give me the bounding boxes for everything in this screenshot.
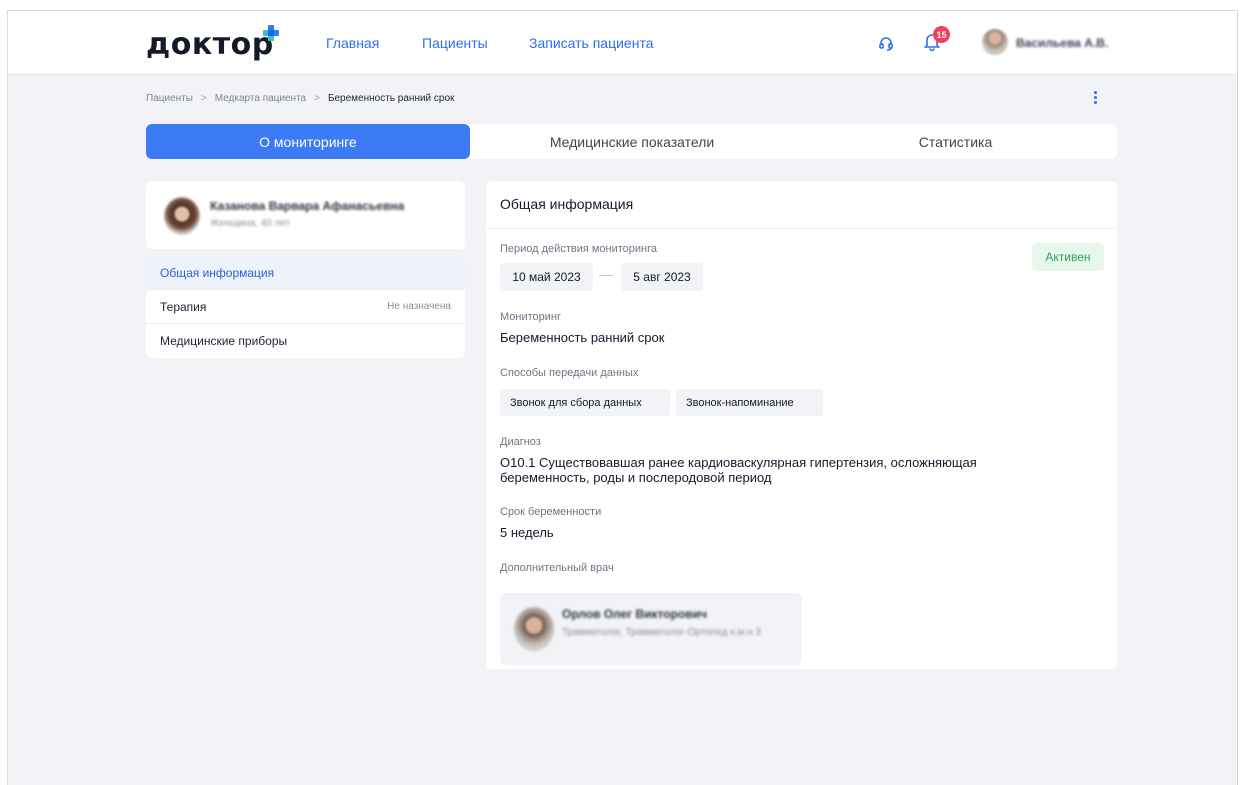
- tab-bar: О мониторинге Медицинские показатели Ста…: [146, 124, 1117, 159]
- sidebar-item-therapy[interactable]: Терапия Не назначена: [146, 290, 465, 324]
- channels-label: Способы передачи данных: [500, 367, 639, 379]
- nav-patients[interactable]: Пациенты: [422, 35, 488, 51]
- status-badge: Активен: [1032, 243, 1104, 271]
- more-menu-icon[interactable]: [1092, 91, 1098, 107]
- diagnosis-line-2: беременность, роды и послеродовой период: [500, 470, 772, 485]
- diagnosis-label: Диагноз: [500, 436, 541, 448]
- period-label: Период действия мониторинга: [500, 243, 658, 255]
- doctor-specialty: Травматолог, Травматолог-Ортопед к.м.н 3: [562, 627, 761, 638]
- term-value: 5 недель: [500, 525, 554, 540]
- doctor-card[interactable]: Орлов Олег Викторович Травматолог, Травм…: [500, 593, 802, 665]
- sidebar-item-medical-devices[interactable]: Медицинские приборы: [146, 324, 465, 358]
- sidebar-item-general-info[interactable]: Общая информация: [146, 256, 465, 290]
- breadcrumb-separator: >: [314, 93, 320, 104]
- date-to: 5 авг 2023: [621, 263, 703, 291]
- user-name[interactable]: Васильева А.В.: [1016, 36, 1108, 50]
- logo-cross-icon: [263, 25, 279, 41]
- sidebar-item-note: Не назначена: [387, 301, 451, 312]
- section-title: Общая информация: [500, 196, 634, 212]
- patient-card[interactable]: Казанова Варвара Афанасьевна Женщина, 40…: [146, 181, 465, 249]
- app-window: доктор Главная Пациенты Записать пациент…: [7, 10, 1238, 785]
- monitoring-label: Мониторинг: [500, 311, 562, 323]
- breadcrumb-separator: >: [200, 93, 207, 104]
- tab-statistics[interactable]: Статистика: [794, 124, 1117, 159]
- monitoring-value: Беременность ранний срок: [500, 330, 665, 345]
- diagnosis-line-1: O10.1 Существовавшая ранее кардиоваскуля…: [500, 455, 977, 470]
- divider: [486, 228, 1117, 229]
- extra-doctor-label: Дополнительный врач: [500, 562, 614, 574]
- nav-home[interactable]: Главная: [326, 35, 379, 51]
- patient-name: Казанова Варвара Афанасьевна: [210, 199, 405, 213]
- tab-medical-indicators[interactable]: Медицинские показатели: [470, 124, 794, 159]
- logo[interactable]: доктор: [146, 27, 274, 62]
- nav-book-patient[interactable]: Записать пациента: [529, 35, 653, 51]
- top-header: доктор Главная Пациенты Записать пациент…: [8, 11, 1237, 75]
- patient-avatar: [164, 197, 200, 235]
- channel-chip: Звонок для сбора данных: [500, 389, 670, 416]
- sidebar-item-label: Медицинские приборы: [160, 334, 288, 348]
- breadcrumb-current: Беременность ранний срок: [327, 93, 455, 104]
- term-label: Срок беременности: [500, 506, 602, 518]
- breadcrumb-medcard[interactable]: Медкарта пациента: [215, 93, 306, 104]
- doctor-name: Орлов Олег Викторович: [562, 607, 707, 621]
- avatar[interactable]: [982, 29, 1008, 55]
- patient-meta: Женщина, 40 лет: [210, 218, 291, 229]
- doctor-avatar: [514, 607, 554, 651]
- headset-icon[interactable]: [878, 35, 894, 56]
- notification-badge: 15: [933, 26, 950, 43]
- tab-about-monitoring[interactable]: О мониторинге: [146, 124, 470, 159]
- side-menu: Общая информация Терапия Не назначена Ме…: [146, 256, 465, 358]
- breadcrumb-patients[interactable]: Пациенты: [146, 93, 193, 104]
- breadcrumb: Пациенты > Медкарта пациента > Беременно…: [146, 93, 454, 104]
- sidebar-item-label: Общая информация: [160, 265, 275, 280]
- sidebar-item-label: Терапия: [160, 299, 207, 314]
- general-info-card: Общая информация Период действия монитор…: [486, 181, 1117, 669]
- date-from: 10 май 2023: [500, 263, 593, 291]
- channel-chip: Звонок-напоминание: [676, 389, 823, 416]
- date-range-arrow-icon: [599, 275, 613, 276]
